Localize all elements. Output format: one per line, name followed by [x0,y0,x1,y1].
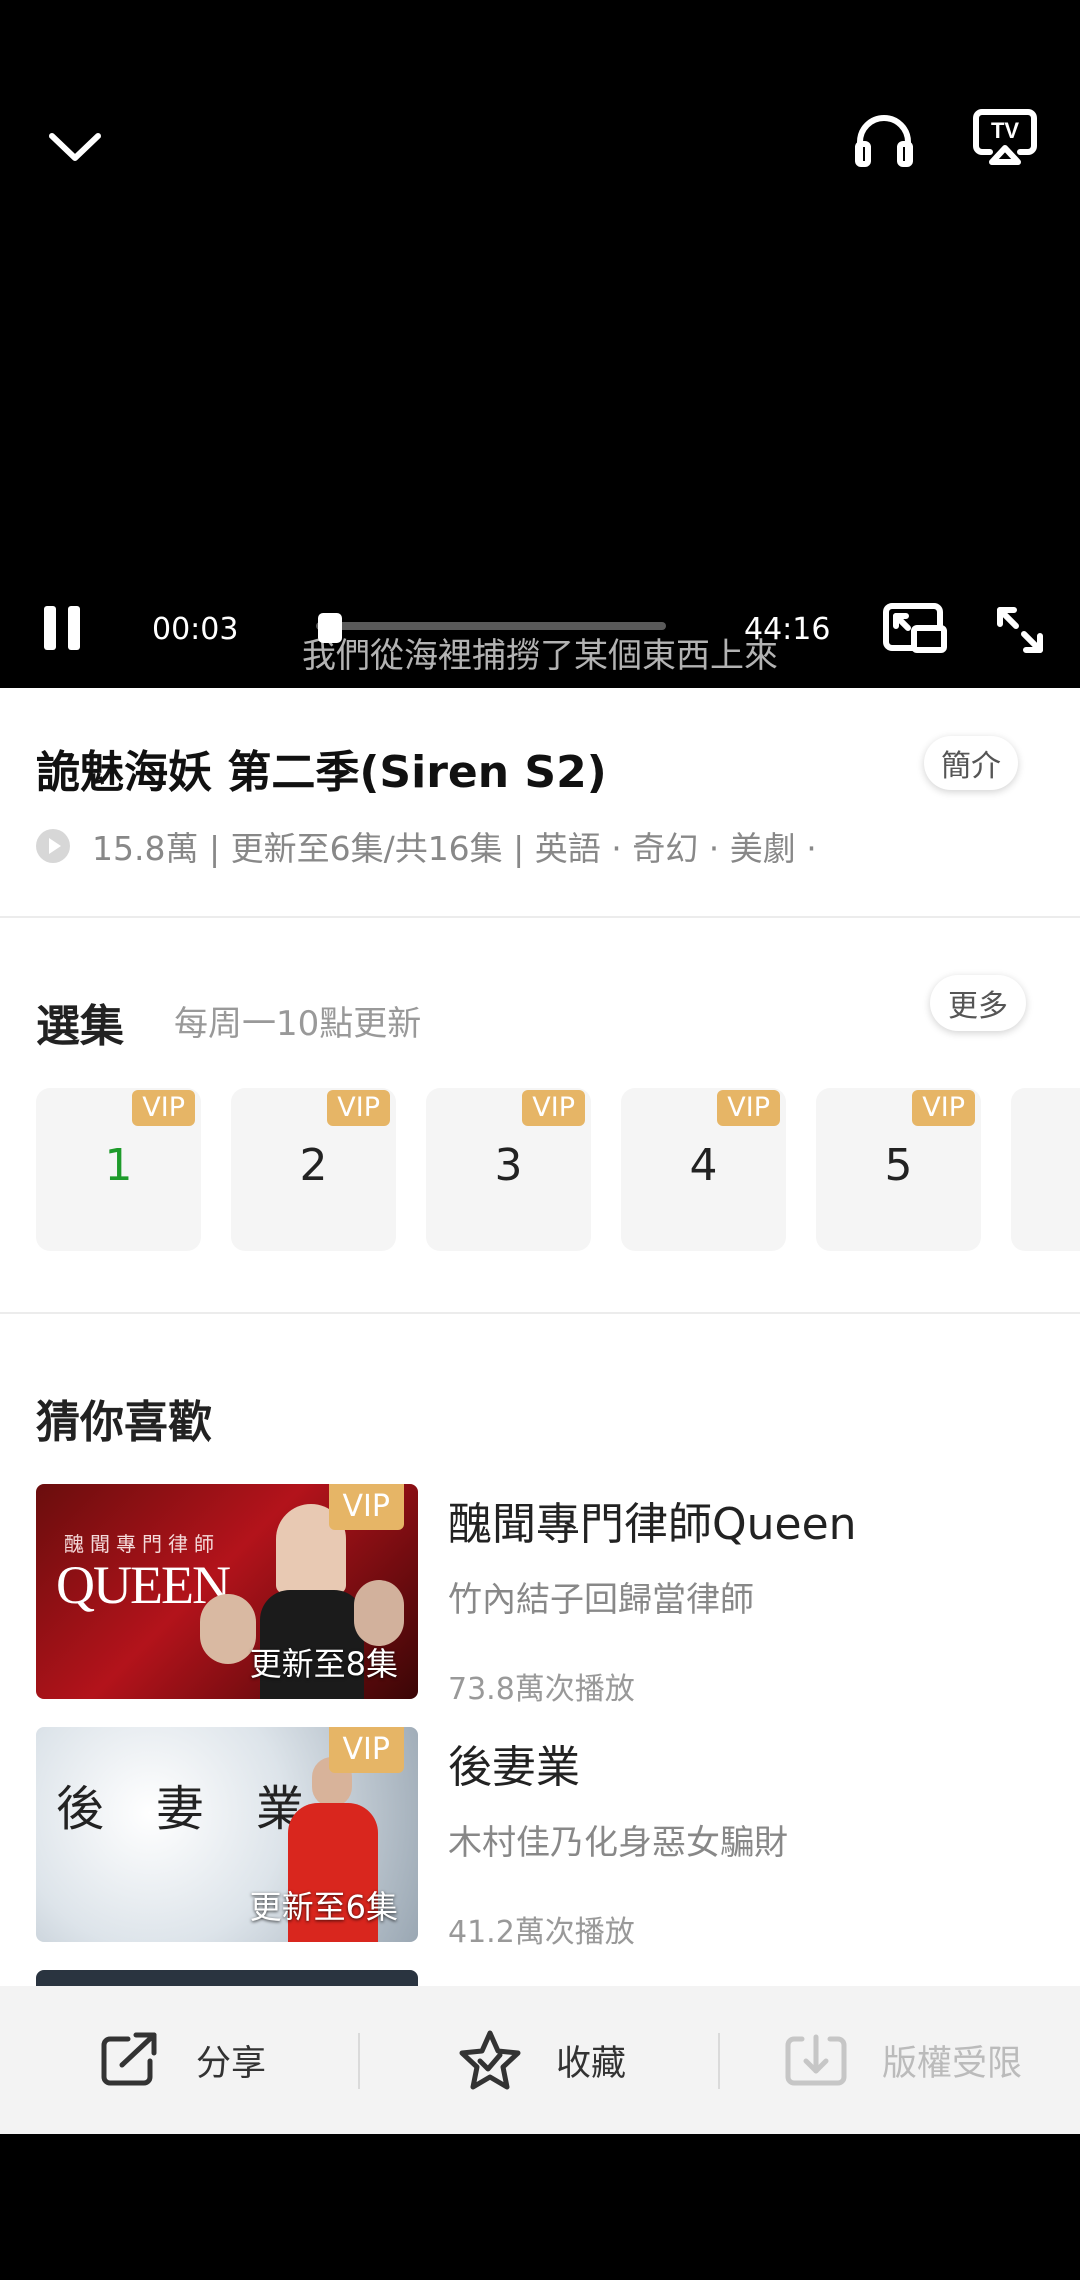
divider [0,916,1080,918]
thumbnail-logo: 後 妻 業 [56,1783,325,1836]
recommend-thumbnail[interactable]: 醜聞專門律師 QUEEN VIP 更新至8集 [36,1484,418,1699]
vip-badge: VIP [132,1090,195,1126]
recommend-thumbnail[interactable]: 後 妻 業 VIP 更新至6集 [36,1727,418,1942]
headphones-icon[interactable] [852,110,916,170]
episode-card[interactable]: VIP 1 [36,1088,201,1251]
intro-button[interactable]: 簡介 [924,736,1018,790]
update-badge: 更新至8集 [249,1645,398,1683]
update-badge: 更新至6集 [249,1888,398,1926]
show-meta-text: 15.8萬 | 更新至6集/共16集 | 英語 · 奇幻 · 美劇 · [92,829,817,868]
recommend-title: 猜你喜歡 [36,1397,212,1448]
episode-number: 3 [494,1140,523,1191]
svg-text:TV: TV [991,118,1019,143]
episode-number: 4 [689,1140,718,1191]
favorite-label: 收藏 [556,2043,627,2084]
home-icon[interactable] [506,2174,574,2242]
vip-badge: VIP [328,1484,404,1530]
episode-card[interactable]: VIP 2 [231,1088,396,1251]
share-icon [101,2032,157,2086]
recommend-name[interactable]: 後妻業 [448,1731,580,1795]
episode-number: 5 [884,1140,913,1191]
separator [358,2033,360,2089]
vip-badge: VIP [328,1727,404,1773]
system-nav-bar [0,2134,1080,2280]
action-bar: 分享 收藏 版權受限 [0,1986,1080,2134]
picture-in-picture-icon[interactable] [882,600,948,656]
fullscreen-icon[interactable] [992,602,1048,658]
star-check-icon [459,2030,521,2090]
vip-badge: VIP [327,1090,390,1126]
download-label: 版權受限 [882,2043,1023,2084]
tv-cast-icon[interactable]: TV [972,108,1038,168]
download-button[interactable]: 版權受限 [784,1986,1022,2134]
episode-card[interactable]: VIP 4 [621,1088,786,1251]
recommend-plays: 73.8萬次播放 [448,1672,635,1707]
episode-card-partial[interactable] [1011,1088,1080,1251]
episodes-title: 選集 [36,1001,124,1052]
play-count-icon [36,829,70,863]
update-schedule: 每周一10點更新 [174,1004,422,1044]
recommend-desc: 木村佳乃化身惡女騙財 [448,1823,788,1863]
show-title: 詭魅海妖 第二季(Siren S2) [36,747,607,798]
back-icon[interactable] [246,2182,296,2236]
recommend-plays: 41.2萬次播放 [448,1915,635,1950]
vip-badge: VIP [522,1090,585,1126]
favorite-button[interactable]: 收藏 [458,1986,626,2134]
chevron-down-icon[interactable] [46,128,104,168]
divider [0,1312,1080,1314]
thumbnail-caption: 醜聞專門律師 [64,1534,220,1556]
recommend-desc: 竹內結子回歸當律師 [448,1580,754,1620]
thumbnail-figure [200,1594,256,1664]
episode-card[interactable]: VIP 5 [816,1088,981,1251]
episode-number: 1 [104,1140,133,1191]
vip-badge: VIP [912,1090,975,1126]
video-player[interactable]: TV 00:03 我們從海裡捕撈了某個東西上來 44:16 [0,0,1080,688]
thumbnail-figure [354,1580,404,1646]
vip-badge: VIP [717,1090,780,1126]
duration-time: 44:16 [744,612,831,647]
recommend-name[interactable]: 醜聞專門律師Queen [448,1488,857,1552]
download-icon [785,2034,847,2086]
share-button[interactable]: 分享 [98,1986,266,2134]
recents-icon[interactable] [786,2184,834,2232]
more-episodes-button[interactable]: 更多 [930,975,1026,1031]
share-label: 分享 [196,2043,267,2084]
recommend-thumbnail-partial[interactable] [36,1970,418,1986]
show-meta: 15.8萬 | 更新至6集/共16集 | 英語 · 奇幻 · 美劇 · [36,822,817,870]
episode-number: 2 [299,1140,328,1191]
progress-handle[interactable] [318,613,342,643]
episode-card[interactable]: VIP 3 [426,1088,591,1251]
separator [718,2033,720,2089]
